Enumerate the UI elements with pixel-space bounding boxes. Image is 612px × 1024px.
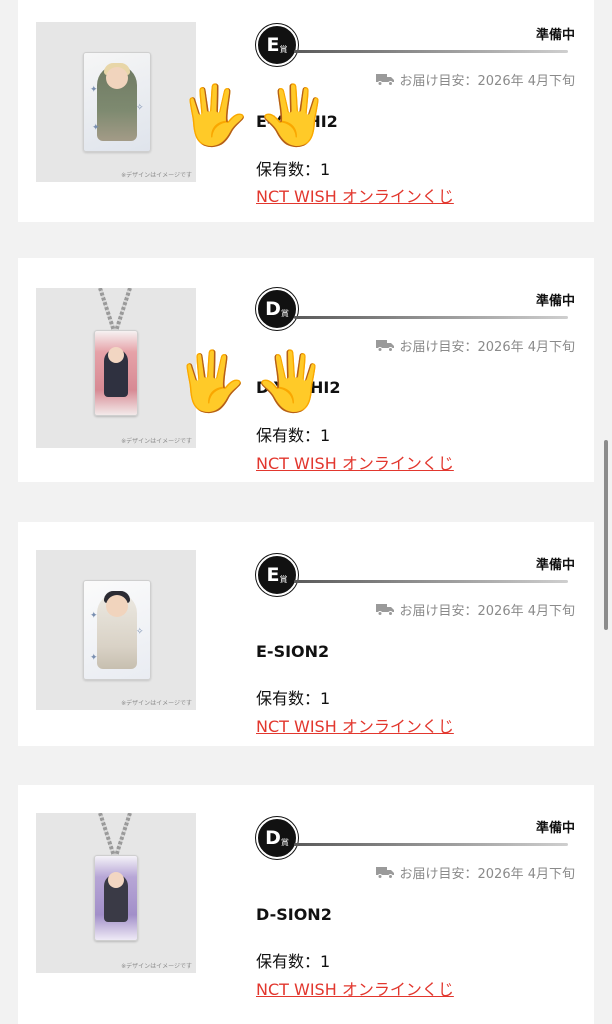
delivery-text: お届け目安：2026年 4月下旬: [399, 604, 576, 619]
raised-hand-emoji-icon: 🖐: [255, 347, 328, 415]
member-face: [108, 347, 124, 363]
item-name: E-SION2: [256, 642, 330, 661]
delivery-text: お届け目安：2026年 4月下旬: [399, 340, 576, 355]
product-thumbnail[interactable]: ※デザインはイメージです: [36, 288, 196, 448]
keychain-image: [94, 330, 138, 416]
item-name: D-SION2: [256, 905, 332, 924]
design-disclaimer: ※デザインはイメージです: [121, 963, 192, 970]
progress-line: [294, 316, 568, 319]
truck-icon: [375, 340, 394, 352]
owned-count: 保有数：1: [256, 952, 331, 971]
truck-icon: [375, 604, 394, 616]
keychain-chain: [98, 288, 116, 332]
status-badge: 準備中: [535, 294, 575, 309]
product-thumbnail[interactable]: ✦ ✧ ✦ ※デザインはイメージです: [36, 22, 196, 182]
rank-letter: D: [265, 298, 281, 320]
member-face: [108, 872, 124, 888]
status-badge: 準備中: [535, 28, 575, 43]
sparkle-icon: ✧: [136, 627, 144, 637]
progress-line: [294, 50, 568, 53]
rank-badge: D賞: [256, 288, 298, 330]
order-card: ✦ ✧ ✦ ※デザインはイメージです E賞 準備中 お届け目安：2026年 4月…: [18, 522, 594, 746]
owned-count: 保有数：1: [256, 160, 331, 179]
keychain-image: [94, 855, 138, 941]
product-thumbnail[interactable]: ✦ ✧ ✦ ※デザインはイメージです: [36, 550, 196, 710]
rank-suffix: 賞: [280, 308, 289, 318]
rank-letter: D: [265, 827, 281, 849]
delivery-estimate: お届け目安：2026年 4月下旬: [375, 336, 576, 355]
owned-count: 保有数：1: [256, 689, 331, 708]
sparkle-icon: ✦: [90, 611, 98, 621]
lottery-link[interactable]: NCT WISH オンラインくじ: [256, 976, 454, 1000]
truck-icon: [375, 867, 394, 879]
rank-suffix: 賞: [280, 837, 289, 847]
rank-suffix: 賞: [279, 574, 288, 584]
progress-line: [294, 843, 568, 846]
acrylic-stand-image: ✦ ✧ ✦: [83, 580, 151, 680]
rank-badge: E賞: [256, 554, 298, 596]
rank-letter: E: [266, 34, 280, 56]
sparkle-icon: ✦: [90, 85, 98, 95]
rank-suffix: 賞: [279, 44, 288, 54]
truck-icon: [375, 74, 394, 86]
design-disclaimer: ※デザインはイメージです: [121, 438, 192, 445]
design-disclaimer: ※デザインはイメージです: [121, 700, 192, 707]
design-disclaimer: ※デザインはイメージです: [121, 172, 192, 179]
status-badge: 準備中: [535, 558, 575, 573]
delivery-estimate: お届け目安：2026年 4月下旬: [375, 600, 576, 619]
scrollbar[interactable]: [604, 440, 608, 630]
raised-hand-emoji-icon: 🖐: [178, 81, 251, 149]
keychain-chain: [114, 813, 132, 857]
owned-count: 保有数：1: [256, 426, 331, 445]
rank-letter: E: [266, 564, 280, 586]
keychain-chain: [98, 813, 116, 857]
delivery-text: お届け目安：2026年 4月下旬: [399, 867, 576, 882]
sparkle-icon: ✧: [136, 103, 144, 113]
sparkle-icon: ✦: [90, 653, 98, 663]
order-card: ※デザインはイメージです D賞 準備中 お届け目安：2026年 4月下旬 D-S…: [18, 785, 594, 1024]
status-badge: 準備中: [535, 821, 575, 836]
progress-line: [294, 580, 568, 583]
lottery-link[interactable]: NCT WISH オンラインくじ: [256, 450, 454, 474]
delivery-estimate: お届け目安：2026年 4月下旬: [375, 70, 576, 89]
keychain-chain: [114, 288, 132, 332]
raised-hand-emoji-icon: 🖐: [258, 81, 331, 149]
rank-badge: E賞: [256, 24, 298, 66]
product-thumbnail[interactable]: ※デザインはイメージです: [36, 813, 196, 973]
rank-badge: D賞: [256, 817, 298, 859]
delivery-text: お届け目安：2026年 4月下旬: [399, 74, 576, 89]
lottery-link[interactable]: NCT WISH オンラインくじ: [256, 713, 454, 737]
sparkle-icon: ✦: [92, 123, 100, 133]
member-face: [106, 67, 128, 89]
raised-hand-emoji-icon: 🖐: [175, 347, 248, 415]
delivery-estimate: お届け目安：2026年 4月下旬: [375, 863, 576, 882]
lottery-link[interactable]: NCT WISH オンラインくじ: [256, 183, 454, 207]
member-face: [106, 595, 128, 617]
acrylic-stand-image: ✦ ✧ ✦: [83, 52, 151, 152]
